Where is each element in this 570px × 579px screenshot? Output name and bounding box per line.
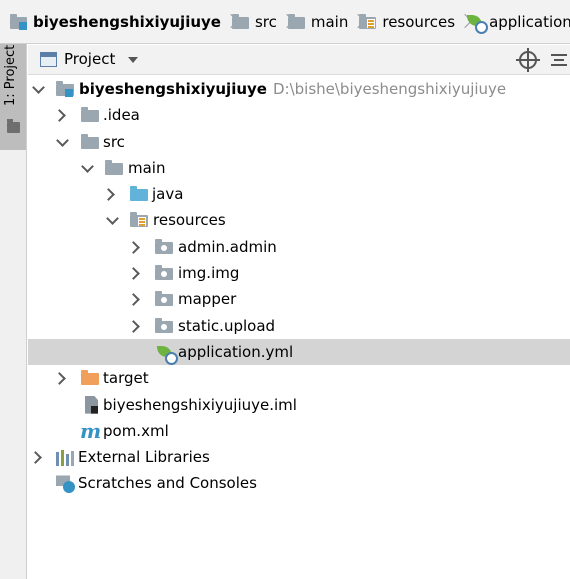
package-folder-icon bbox=[155, 291, 173, 307]
library-icon bbox=[56, 450, 74, 467]
module-path: D:\bishe\biyeshengshixiyujiuye bbox=[272, 80, 507, 98]
chevron-right-icon[interactable] bbox=[129, 294, 139, 304]
tree-node-main[interactable]: main bbox=[28, 155, 570, 181]
project-view-selector[interactable]: Project bbox=[64, 50, 115, 68]
locate-file-icon[interactable] bbox=[516, 48, 540, 72]
tree-node-root[interactable]: biyeshengshixiyujiuye D:\bishe\biyeshengs… bbox=[28, 76, 570, 102]
spring-yml-icon bbox=[156, 344, 178, 365]
tree-node-external-libraries[interactable]: External Libraries bbox=[28, 444, 570, 470]
breadcrumb-item-src[interactable]: src bbox=[231, 7, 277, 37]
chevron-down-icon[interactable] bbox=[82, 163, 92, 173]
tree-node-target[interactable]: target bbox=[28, 365, 570, 391]
breadcrumb-label: application bbox=[489, 12, 570, 31]
maven-icon: m bbox=[80, 418, 102, 443]
tree-node-label: resources bbox=[153, 211, 226, 230]
module-folder-icon bbox=[56, 81, 74, 97]
chevron-right-icon[interactable] bbox=[129, 321, 139, 331]
tree-node-label: static.upload bbox=[178, 316, 276, 335]
tree-node-application-yml[interactable]: application.yml bbox=[28, 338, 570, 366]
folder-icon bbox=[287, 13, 305, 29]
excluded-folder-icon bbox=[81, 370, 99, 386]
tree-node-label: application.yml bbox=[178, 342, 294, 361]
tree-node-img[interactable]: img.img bbox=[28, 260, 570, 286]
project-tool-tab-label: 1: Project bbox=[3, 44, 18, 106]
folder-icon bbox=[81, 133, 99, 149]
tree-node-label: img.img bbox=[178, 264, 240, 283]
tree-node-label: admin.admin bbox=[178, 237, 277, 256]
collapse-all-icon[interactable] bbox=[551, 52, 567, 68]
breadcrumb-item-project[interactable]: biyeshengshixiyujiuye bbox=[10, 7, 221, 37]
source-folder-icon bbox=[130, 186, 148, 202]
tree-node-label: mapper bbox=[178, 290, 237, 309]
tree-node-label: java bbox=[152, 185, 184, 204]
spring-yml-icon bbox=[466, 13, 489, 34]
tree-node-label: biyeshengshixiyujiuye.iml bbox=[103, 395, 297, 414]
tree-node-label: biyeshengshixiyujiuye D:\bishe\biyeshengs… bbox=[79, 80, 507, 98]
folder-icon bbox=[81, 107, 99, 123]
tree-node-java[interactable]: java bbox=[28, 181, 570, 207]
chevron-right-icon[interactable] bbox=[55, 373, 65, 383]
project-tool-tab[interactable]: 1: Project bbox=[0, 44, 26, 150]
scratches-icon bbox=[56, 474, 75, 494]
tree-node-mapper[interactable]: mapper bbox=[28, 286, 570, 312]
breadcrumb-label: src bbox=[254, 12, 277, 31]
chevron-down-icon[interactable] bbox=[107, 215, 117, 225]
module-folder-icon bbox=[10, 13, 27, 30]
tree-node-label: target bbox=[103, 369, 149, 388]
tree-node-admin[interactable]: admin.admin bbox=[28, 234, 570, 260]
tree-node-iml[interactable]: biyeshengshixiyujiuye.iml bbox=[28, 392, 570, 418]
tree-node-label: pom.xml bbox=[103, 421, 169, 440]
package-folder-icon bbox=[155, 317, 173, 333]
chevron-right-icon[interactable] bbox=[31, 452, 41, 462]
chevron-right-icon[interactable] bbox=[129, 268, 139, 278]
tree-node-label: src bbox=[103, 132, 125, 151]
breadcrumb-label: main bbox=[310, 12, 349, 31]
iml-file-icon bbox=[85, 395, 98, 414]
breadcrumb-label: resources bbox=[382, 12, 456, 31]
folder-icon bbox=[231, 13, 249, 29]
tree-node-label: External Libraries bbox=[78, 448, 210, 467]
project-panel-header: Project bbox=[28, 45, 570, 75]
chevron-right-icon[interactable] bbox=[55, 110, 65, 120]
chevron-down-icon[interactable] bbox=[128, 57, 138, 63]
package-folder-icon bbox=[155, 238, 173, 254]
breadcrumb-label: biyeshengshixiyujiuye bbox=[33, 12, 221, 31]
tree-node-resources[interactable]: resources bbox=[28, 207, 570, 233]
tool-window-strip: 1: Project bbox=[0, 44, 27, 579]
tree-node-label: main bbox=[128, 158, 166, 177]
tree-node-idea[interactable]: .idea bbox=[28, 102, 570, 128]
chevron-down-icon[interactable] bbox=[33, 84, 43, 94]
project-tree: biyeshengshixiyujiuye D:\bishe\biyeshengs… bbox=[28, 76, 570, 497]
resources-folder-icon bbox=[130, 212, 148, 228]
project-window-icon bbox=[40, 52, 57, 67]
folder-icon bbox=[105, 159, 123, 175]
chevron-right-icon[interactable] bbox=[104, 189, 114, 199]
breadcrumb-item-application[interactable]: application bbox=[466, 7, 570, 37]
chevron-right-icon[interactable] bbox=[129, 242, 139, 252]
folder-icon bbox=[7, 119, 20, 133]
tree-node-static[interactable]: static.upload bbox=[28, 313, 570, 339]
resources-folder-icon bbox=[359, 13, 377, 29]
tree-node-pom[interactable]: m pom.xml bbox=[28, 418, 570, 444]
chevron-down-icon[interactable] bbox=[57, 137, 67, 147]
navigation-breadcrumb: biyeshengshixiyujiuye src main resources… bbox=[0, 0, 570, 44]
breadcrumb-item-resources[interactable]: resources bbox=[359, 7, 455, 37]
tree-node-label: .idea bbox=[103, 106, 140, 125]
tree-node-src[interactable]: src bbox=[28, 129, 570, 155]
tree-node-label: Scratches and Consoles bbox=[78, 474, 257, 493]
tree-node-scratches[interactable]: Scratches and Consoles bbox=[28, 470, 570, 496]
breadcrumb-item-main[interactable]: main bbox=[287, 7, 349, 37]
package-folder-icon bbox=[155, 265, 173, 281]
